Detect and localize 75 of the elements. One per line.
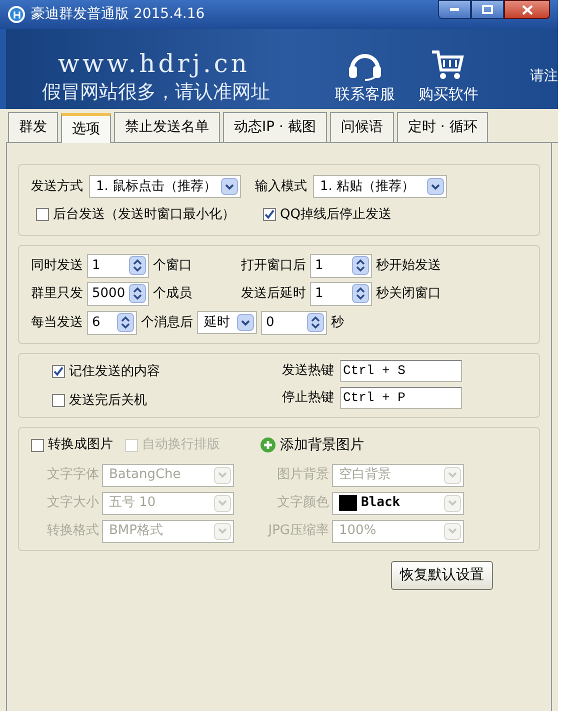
plus-icon	[260, 437, 276, 453]
field-label: 发送热键	[282, 362, 334, 380]
reset-defaults-button[interactable]: 恢复默认设置	[391, 560, 493, 590]
field-label: 每当发送	[31, 314, 83, 332]
number-field[interactable]: 1	[87, 254, 149, 278]
checkbox[interactable]: 记住发送的内容	[52, 362, 282, 381]
unit-label: 个消息后	[141, 314, 193, 332]
slogan: 假冒网站很多，请认准网址	[42, 80, 271, 105]
spinner-icon[interactable]	[129, 284, 146, 303]
field-label: 转换格式	[46, 522, 99, 540]
hotkey-field[interactable]: Ctrl + P	[340, 386, 462, 408]
field-label: 文字字体	[46, 466, 99, 484]
field-label: 群里只发	[31, 284, 83, 303]
field-label: 停止热键	[282, 388, 334, 407]
tab[interactable]: 禁止发送名单	[114, 112, 220, 142]
spinner-icon[interactable]	[117, 313, 134, 332]
minimize-button[interactable]	[438, 0, 471, 19]
unit-label: 秒	[331, 314, 344, 332]
tab[interactable]: 选项	[61, 113, 111, 143]
dropdown-value: Black	[361, 494, 400, 512]
dropdown-value: 1. 鼠标点击（推荐）	[96, 178, 217, 196]
website-url[interactable]: www.hdrj.cn	[42, 49, 324, 79]
dropdown-value: 空白背景	[339, 466, 391, 484]
cut-off-text: 请注	[530, 67, 558, 86]
field-label: JPG压缩率	[266, 522, 329, 540]
dropdown[interactable]: 1. 鼠标点击（推荐）	[89, 175, 241, 198]
number-field[interactable]: 6	[87, 310, 137, 334]
banner-link[interactable]: 联系客服	[323, 50, 407, 105]
dropdown-value: BMP格式	[109, 522, 163, 540]
unit-label: 个窗口	[153, 256, 192, 275]
spinner-icon[interactable]	[352, 284, 369, 303]
unit-label: 秒关闭窗口	[376, 284, 441, 303]
dropdown-value: 延时	[204, 314, 230, 332]
dropdown[interactable]: 1. 粘贴（推荐）	[313, 175, 447, 198]
field-label: 文字大小	[46, 494, 99, 512]
cart-icon	[431, 48, 466, 80]
dropdown-value: 1. 粘贴（推荐）	[320, 178, 415, 196]
checkbox[interactable]: QQ掉线后停止发送	[263, 205, 392, 224]
banner-link[interactable]: 购买软件	[406, 48, 490, 105]
dropdown[interactable]: 延时	[197, 311, 257, 334]
unit-label: 秒开始发送	[376, 256, 441, 275]
field-label: 发送方式	[31, 178, 83, 196]
field-label: 输入模式	[255, 178, 307, 196]
number-field[interactable]: 5000	[87, 282, 149, 306]
add-background-button[interactable]: 添加背景图片	[260, 434, 364, 456]
dropdown-value: 五号 10	[109, 494, 156, 512]
hotkey-field[interactable]: Ctrl + S	[340, 360, 462, 382]
tab[interactable]: 定时 · 循环	[396, 112, 488, 142]
window-title: 豪迪群发普通版 2015.4.16	[31, 5, 205, 24]
close-icon	[522, 4, 532, 14]
dropdown-value: 100%	[339, 522, 376, 540]
checkmark-icon	[264, 209, 275, 220]
unit-label: 个成员	[153, 284, 192, 303]
tab[interactable]: 动态IP · 截图	[223, 112, 327, 142]
dropdown-value: BatangChe	[109, 466, 181, 484]
tab[interactable]: 问候语	[330, 112, 394, 142]
number-field[interactable]: 1	[310, 282, 372, 306]
maximize-button[interactable]	[471, 0, 504, 19]
field-label: 文字颜色	[276, 494, 329, 512]
number-field[interactable]: 0	[261, 310, 327, 334]
tab[interactable]: 群发	[8, 112, 58, 142]
field-label: 图片背景	[276, 466, 329, 484]
spinner-icon[interactable]	[352, 256, 369, 275]
checkbox[interactable]: 发送完后关机	[52, 391, 282, 410]
field-label: 发送后延时	[241, 284, 306, 303]
close-button[interactable]	[504, 0, 550, 19]
field-label: 同时发送	[31, 256, 83, 275]
spinner-icon[interactable]	[307, 313, 324, 332]
checkbox[interactable]: 转换成图片	[31, 435, 113, 455]
checkmark-icon	[53, 366, 64, 377]
app-logo-icon	[8, 6, 25, 23]
checkbox[interactable]: 后台发送（发送时窗口最小化）	[36, 205, 235, 224]
field-label: 打开窗口后	[241, 256, 306, 275]
spinner-icon[interactable]	[129, 256, 146, 275]
number-field[interactable]: 1	[310, 254, 372, 278]
